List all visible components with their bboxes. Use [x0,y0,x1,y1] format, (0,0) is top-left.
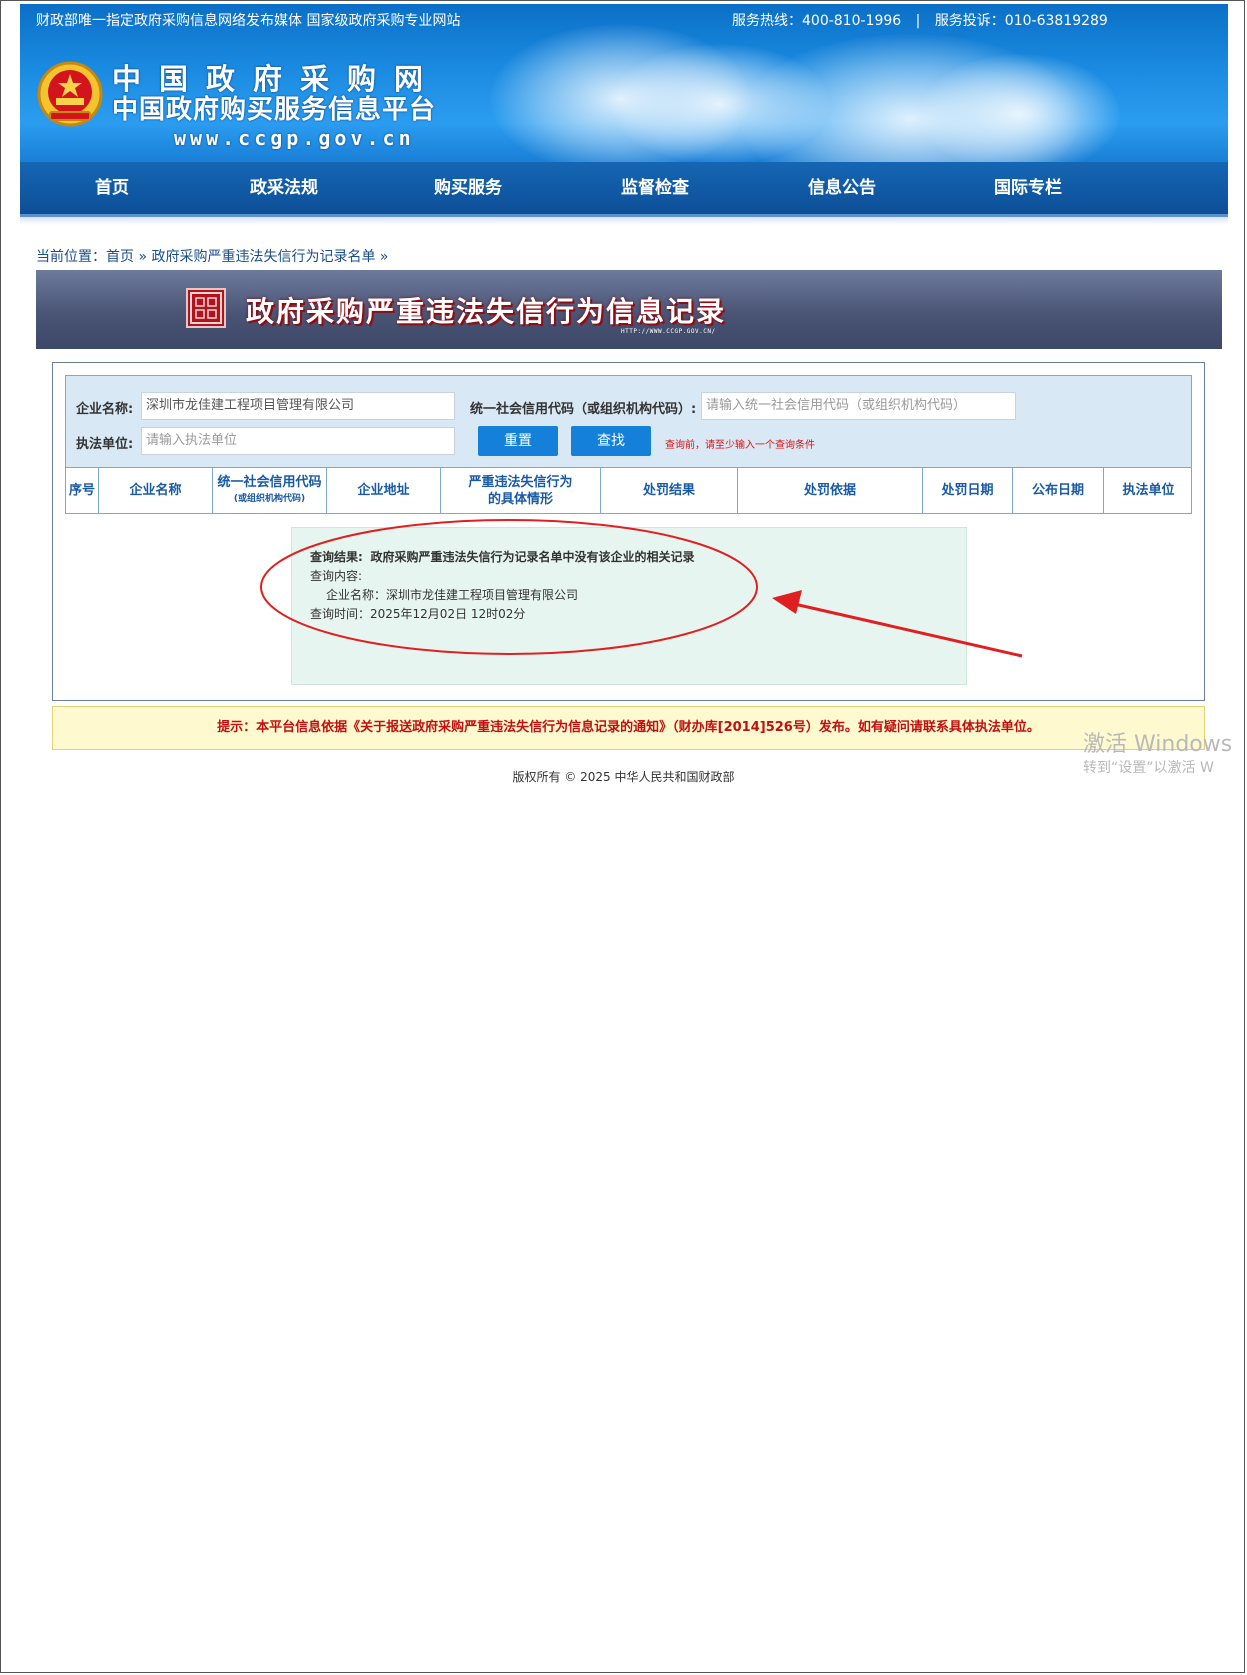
windows-activation-watermark: 激活 Windows 转到“设置”以激活 W [1083,732,1232,778]
nav-item-home[interactable]: 首页 [52,162,172,214]
search-hint: 查询前，请至少输入一个查询条件 [665,440,815,451]
banner-title: 政府采购严重违法失信行为信息记录 [246,295,727,328]
company-name-label: 企业名称: [76,402,134,417]
query-time-line: 查询时间：2025年12月02日 12时02分 [310,607,526,621]
nav-item-announcements[interactable]: 信息公告 [782,162,902,214]
column-header-violation: 严重违法失信行为 的具体情形 [441,468,601,513]
column-header-company: 企业名称 [99,468,213,513]
hotline-text: 服务热线：400-810-1996 [732,13,902,29]
reset-button[interactable]: 重置 [478,426,558,456]
column-header-address: 企业地址 [327,468,441,513]
column-header-credit-code: 统一社会信用代码 (或组织机构代码) [213,468,327,513]
nav-item-international[interactable]: 国际专栏 [968,162,1088,214]
nav-item-purchase-services[interactable]: 购买服务 [408,162,528,214]
topbar-separator: | [915,13,921,29]
footer-copyright: 版权所有 © 2025 中华人民共和国财政部 [512,770,735,784]
logo-url: www.ccgp.gov.cn [174,126,415,150]
search-button[interactable]: 查找 [571,426,651,456]
complaint-text: 服务投诉：010-63819289 [934,13,1108,29]
watermark-line2: 转到“设置”以激活 W [1083,760,1214,776]
seal-icon [186,288,226,328]
top-bar-slogan: 财政部唯一指定政府采购信息网络发布媒体 国家级政府采购专业网站 [36,13,461,29]
national-emblem-icon[interactable] [36,60,104,132]
credit-code-input[interactable]: 请输入统一社会信用代码（或组织机构代码） [701,392,1016,420]
enforcement-unit-label: 执法单位: [76,437,134,452]
column-header-penalty-basis: 处罚依据 [738,468,923,513]
query-panel: 企业名称: 深圳市龙佳建工程项目管理有限公司 统一社会信用代码（或组织机构代码）… [52,362,1205,701]
top-bar-contacts: 服务热线：400-810-1996 | 服务投诉：010-63819289 [732,4,1108,38]
result-label: 查询结果: [310,550,363,564]
credit-code-label: 统一社会信用代码（或组织机构代码）: [470,402,697,417]
breadcrumb[interactable]: 当前位置：首页 » 政府采购严重违法失信行为记录名单 » [36,246,388,266]
banner-url: HTTP://WWW.CCGP.GOV.CN/ [621,328,716,335]
query-company-line: 企业名称：深圳市龙佳建工程项目管理有限公司 [326,588,579,602]
logo-subtitle: 中国政府购买服务信息平台 [112,95,437,125]
watermark-line1: 激活 Windows [1083,732,1233,757]
column-header-penalty-date: 处罚日期 [923,468,1013,513]
column-header-index: 序号 [66,468,99,513]
enforcement-unit-input[interactable]: 请输入执法单位 [141,427,455,455]
main-nav: 首页 政采法规 购买服务 监督检查 信息公告 国际专栏 [20,162,1228,217]
notice-banner: 提示：本平台信息依据《关于报送政府采购严重违法失信行为信息记录的通知》（财办库[… [52,706,1205,750]
search-form: 企业名称: 深圳市龙佳建工程项目管理有限公司 统一社会信用代码（或组织机构代码）… [65,375,1192,468]
query-result-text: 查询结果: 政府采购严重违法失信行为记录名单中没有该企业的相关记录 查询内容: … [310,548,694,624]
column-header-penalty-result: 处罚结果 [601,468,738,513]
page-banner: 政府采购严重违法失信行为信息记录 HTTP://WWW.CCGP.GOV.CN/ [36,270,1222,349]
site-header: 财政部唯一指定政府采购信息网络发布媒体 国家级政府采购专业网站 服务热线：400… [20,4,1228,162]
column-header-publish-date: 公布日期 [1013,468,1104,513]
site-container: 财政部唯一指定政府采购信息网络发布媒体 国家级政府采购专业网站 服务热线：400… [20,4,1228,225]
result-message: 政府采购严重违法失信行为记录名单中没有该企业的相关记录 [370,550,695,564]
logo-title: 中国政府采购网 [112,62,442,96]
column-header-enforcement-unit: 执法单位 [1122,483,1175,498]
nav-shadow [20,217,1228,225]
query-result-box: 查询结果: 政府采购严重违法失信行为记录名单中没有该企业的相关记录 查询内容: … [291,527,967,685]
nav-item-regulations[interactable]: 政采法规 [224,162,344,214]
query-content-label: 查询内容: [310,569,363,583]
company-name-input[interactable]: 深圳市龙佳建工程项目管理有限公司 [141,392,455,420]
site-logo[interactable]: 中国政府采购网 中国政府购买服务信息平台 www.ccgp.gov.cn [112,64,441,150]
nav-item-supervision[interactable]: 监督检查 [595,162,715,214]
top-bar: 财政部唯一指定政府采购信息网络发布媒体 国家级政府采购专业网站 服务热线：400… [20,4,1228,38]
results-table-header: 序号 企业名称 统一社会信用代码 (或组织机构代码) 企业地址 严重违法失信行为的… [65,468,1192,514]
